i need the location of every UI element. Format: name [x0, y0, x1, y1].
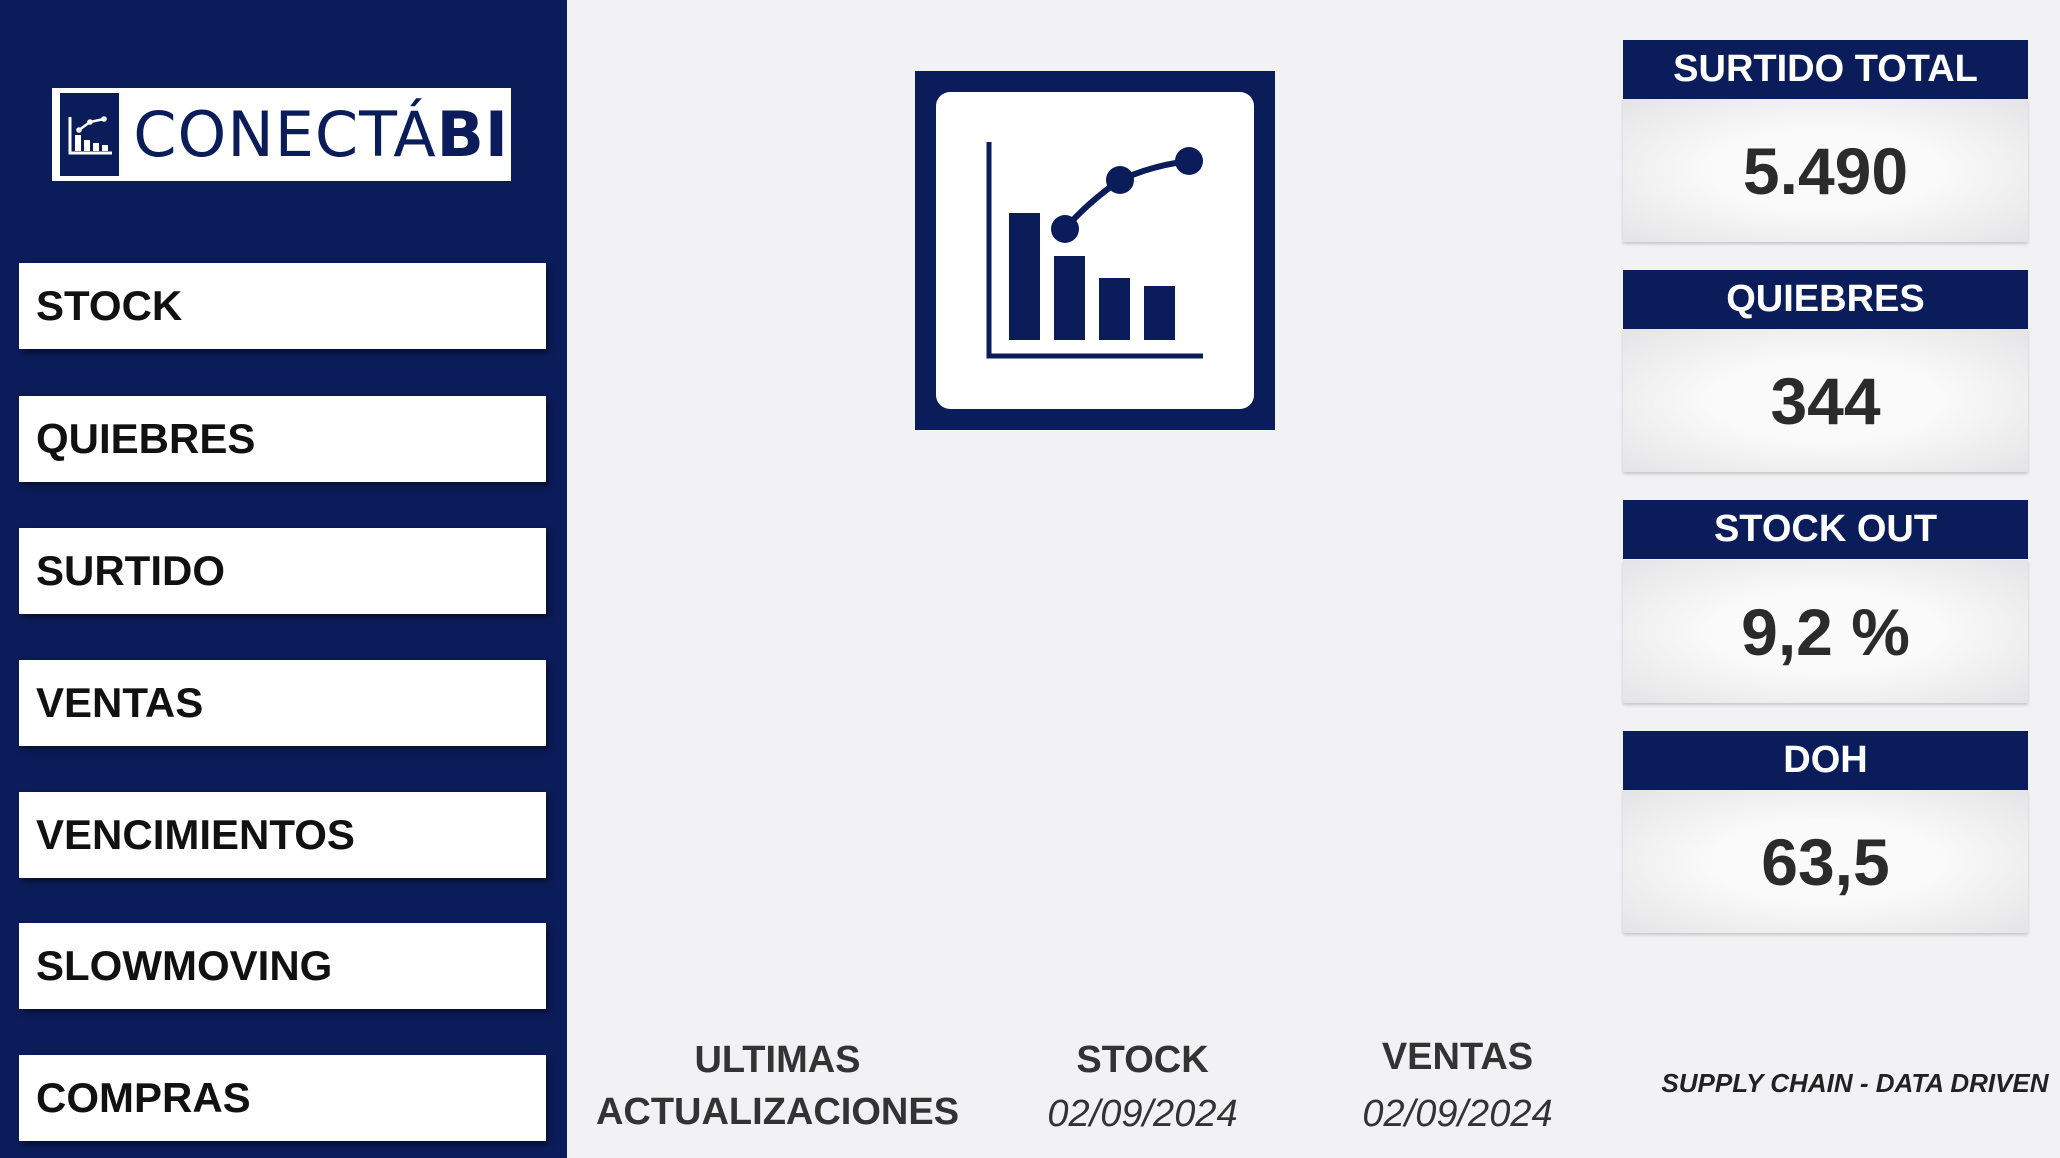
brand-name-light: CONECTÁ — [133, 97, 437, 171]
bar-line-chart-icon — [986, 142, 1203, 359]
updates-ventas-date: 02/09/2024 — [1362, 1093, 1553, 1135]
kpi-stock-out-value: 9,2 % — [1623, 560, 2028, 703]
nav-button-ventas[interactable]: VENTAS — [19, 660, 546, 746]
brand-name: CONECTÁBI — [133, 103, 509, 166]
hero-chart-panel — [936, 92, 1254, 409]
sidebar: CONECTÁBI STOCK QUIEBRES SURTIDO VENTAS … — [0, 0, 567, 1158]
kpi-quiebres-value: 344 — [1623, 329, 2028, 472]
nav-button-vencimientos[interactable]: VENCIMIENTOS — [19, 792, 546, 878]
nav-button-surtido[interactable]: SURTIDO — [19, 528, 546, 614]
nav-button-stock[interactable]: STOCK — [19, 263, 546, 349]
kpi-stock-out-title: STOCK OUT — [1623, 500, 2028, 559]
updates-title-line1: ULTIMAS — [694, 1039, 861, 1081]
kpi-surtido-total-value: 5.490 — [1623, 99, 2028, 242]
nav-button-slowmoving[interactable]: SLOWMOVING — [19, 923, 546, 1009]
updates-stock-date: 02/09/2024 — [1047, 1093, 1238, 1135]
kpi-quiebres-title: QUIEBRES — [1623, 270, 2028, 329]
updates-title-line2: ACTUALIZACIONES — [595, 1091, 960, 1133]
nav-button-compras[interactable]: COMPRAS — [19, 1055, 546, 1141]
brand-name-bold: BI — [436, 97, 509, 171]
updates-stock-label: STOCK — [1076, 1039, 1209, 1081]
hero-chart-tile — [915, 71, 1275, 430]
updates-title: ULTIMAS ACTUALIZACIONES — [590, 1034, 965, 1138]
brand-logo[interactable]: CONECTÁBI — [52, 88, 511, 181]
bar-chart-icon — [60, 93, 120, 176]
kpi-surtido-total-title: SURTIDO TOTAL — [1623, 40, 2028, 99]
updates-ventas-label: VENTAS — [1381, 1036, 1534, 1078]
tagline: SUPPLY CHAIN - DATA DRIVEN — [1661, 1068, 2049, 1098]
kpi-doh-value: 63,5 — [1623, 790, 2028, 933]
kpi-doh-title: DOH — [1623, 731, 2028, 790]
nav-button-quiebres[interactable]: QUIEBRES — [19, 396, 546, 482]
